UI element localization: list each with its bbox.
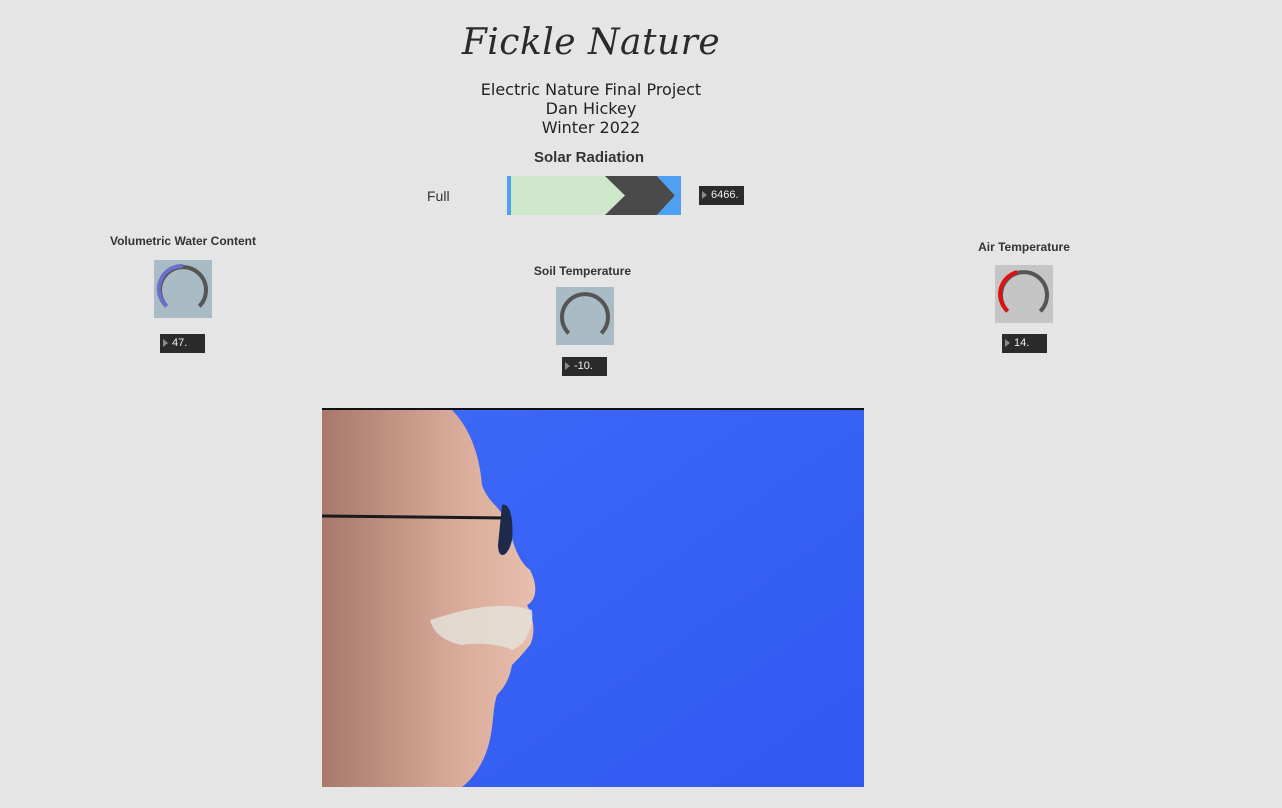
soil-dial-graphic <box>556 287 614 345</box>
subtitle-line-2: Dan Hickey <box>545 99 637 118</box>
air-temperature-label: Air Temperature <box>978 240 1070 254</box>
subtitle-line-1: Electric Nature Final Project <box>480 80 702 99</box>
water-content-label: Volumetric Water Content <box>109 234 256 248</box>
video-frame-image <box>322 410 864 787</box>
subtitle-line-3: Winter 2022 <box>541 118 641 137</box>
air-temperature-dial[interactable] <box>995 265 1053 323</box>
solar-value: 6466. <box>711 189 739 201</box>
soil-temperature-label: Soil Temperature <box>533 264 632 278</box>
video-display <box>322 408 864 787</box>
solar-radiation-meter[interactable] <box>507 176 681 215</box>
water-value-box[interactable]: 47. <box>160 334 205 353</box>
water-content-dial[interactable] <box>154 260 212 318</box>
play-arrow-icon <box>163 339 168 347</box>
soil-temperature-dial[interactable] <box>556 287 614 345</box>
play-arrow-icon <box>1005 339 1010 347</box>
solar-radiation-label: Solar Radiation <box>533 149 645 166</box>
meter-left-edge <box>507 176 511 215</box>
water-dial-graphic <box>154 260 212 318</box>
play-arrow-icon <box>702 191 707 199</box>
play-arrow-icon <box>565 362 570 370</box>
solar-value-box[interactable]: 6466. <box>699 186 744 205</box>
air-value-box[interactable]: 14. <box>1002 334 1047 353</box>
air-value: 14. <box>1014 337 1030 349</box>
air-dial-graphic <box>995 265 1053 323</box>
soil-value-box[interactable]: -10. <box>562 357 607 376</box>
soil-value: -10. <box>574 360 593 372</box>
water-value: 47. <box>172 337 188 349</box>
solar-meter-graphic <box>507 176 681 215</box>
page-title: Fickle Nature <box>461 22 721 63</box>
solar-mode-label: Full <box>427 188 450 204</box>
glasses-arm <box>322 514 508 520</box>
